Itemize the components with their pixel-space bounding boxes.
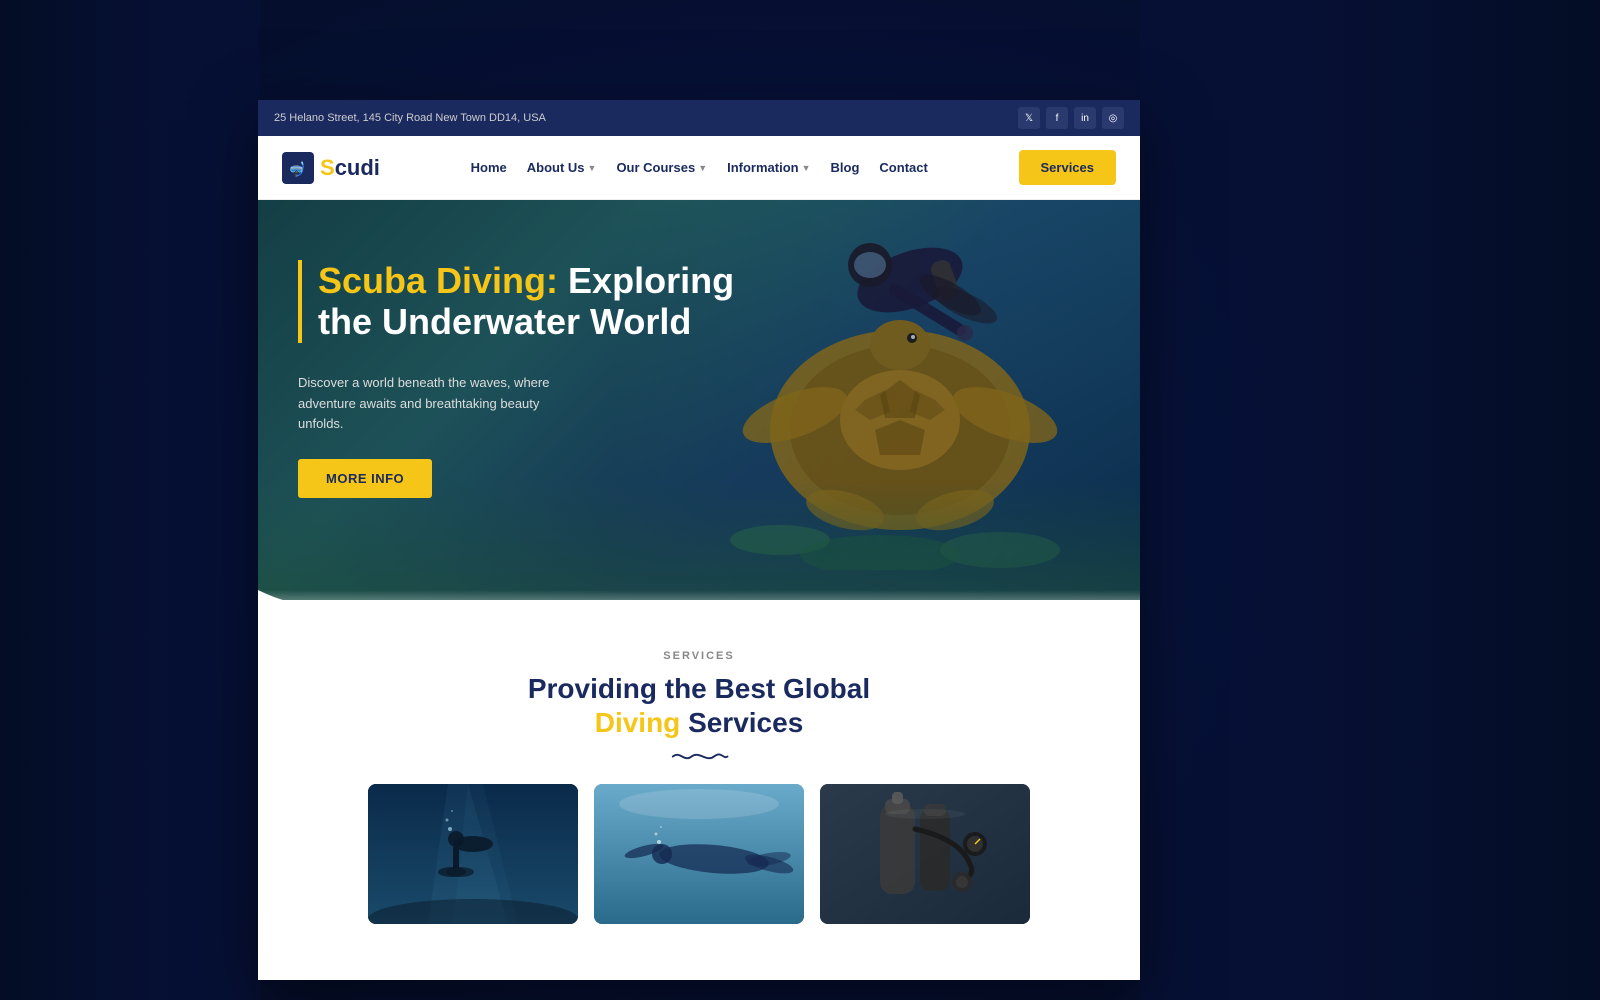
logo-icon: 🤿 — [282, 152, 314, 184]
linkedin-icon[interactable]: in — [1074, 107, 1096, 129]
nav-about[interactable]: About Us ▼ — [527, 160, 597, 175]
services-heading-line1: Providing the Best Global — [528, 673, 870, 704]
nav-courses[interactable]: Our Courses ▼ — [616, 160, 707, 175]
services-label: SERVICES — [288, 650, 1110, 662]
hero-section: Scuba Diving: Exploringthe Underwater Wo… — [258, 200, 1140, 600]
equipment-image — [820, 784, 1030, 924]
deep-diving-image — [368, 784, 578, 924]
hero-title-yellow: Scuba Diving: — [318, 260, 558, 301]
service-card-3[interactable] — [820, 784, 1030, 924]
nav-information[interactable]: Information ▼ — [727, 160, 810, 175]
free-diving-image — [594, 784, 804, 924]
nav-links: Home About Us ▼ Our Courses ▼ Informatio… — [471, 160, 928, 175]
wave-svg — [258, 590, 1140, 630]
facebook-icon[interactable]: f — [1046, 107, 1068, 129]
services-button[interactable]: Services — [1019, 150, 1117, 185]
hero-content: Scuba Diving: Exploringthe Underwater Wo… — [258, 200, 1140, 558]
logo-text: Scudi — [320, 155, 380, 181]
hero-subtitle: Discover a world beneath the waves, wher… — [298, 373, 578, 435]
services-heading-yellow: Diving — [595, 707, 681, 738]
logo[interactable]: 🤿 Scudi — [282, 152, 380, 184]
body-bg-right — [1140, 0, 1600, 1000]
hero-title: Scuba Diving: Exploringthe Underwater Wo… — [318, 260, 734, 343]
nav-home[interactable]: Home — [471, 160, 507, 175]
navbar: 🤿 Scudi Home About Us ▼ Our Courses ▼ In… — [258, 136, 1140, 200]
site-container: 25 Helano Street, 145 City Road New Town… — [258, 100, 1140, 980]
service-cards — [288, 784, 1110, 924]
twitter-icon[interactable]: 𝕏 — [1018, 107, 1040, 129]
main-nav: Home About Us ▼ Our Courses ▼ Informatio… — [471, 160, 928, 175]
body-bg-left — [0, 0, 260, 1000]
hero-border-accent: Scuba Diving: Exploringthe Underwater Wo… — [298, 260, 734, 343]
service-card-1[interactable] — [368, 784, 578, 924]
instagram-icon[interactable]: ◎ — [1102, 107, 1124, 129]
wave-separator — [258, 590, 1140, 630]
more-info-button[interactable]: MORE INFO — [298, 459, 432, 498]
nav-contact[interactable]: Contact — [879, 160, 927, 175]
top-bar: 25 Helano Street, 145 City Road New Town… — [258, 100, 1140, 136]
nav-blog[interactable]: Blog — [831, 160, 860, 175]
wave-deco-svg — [669, 749, 729, 764]
services-heading: Providing the Best Global Diving Service… — [288, 672, 1110, 739]
svg-text:🤿: 🤿 — [288, 161, 305, 178]
services-section: SERVICES Providing the Best Global Divin… — [258, 630, 1140, 954]
wave-decoration — [288, 749, 1110, 764]
address-text: 25 Helano Street, 145 City Road New Town… — [274, 112, 546, 124]
service-card-2[interactable] — [594, 784, 804, 924]
social-icons: 𝕏 f in ◎ — [1018, 107, 1124, 129]
